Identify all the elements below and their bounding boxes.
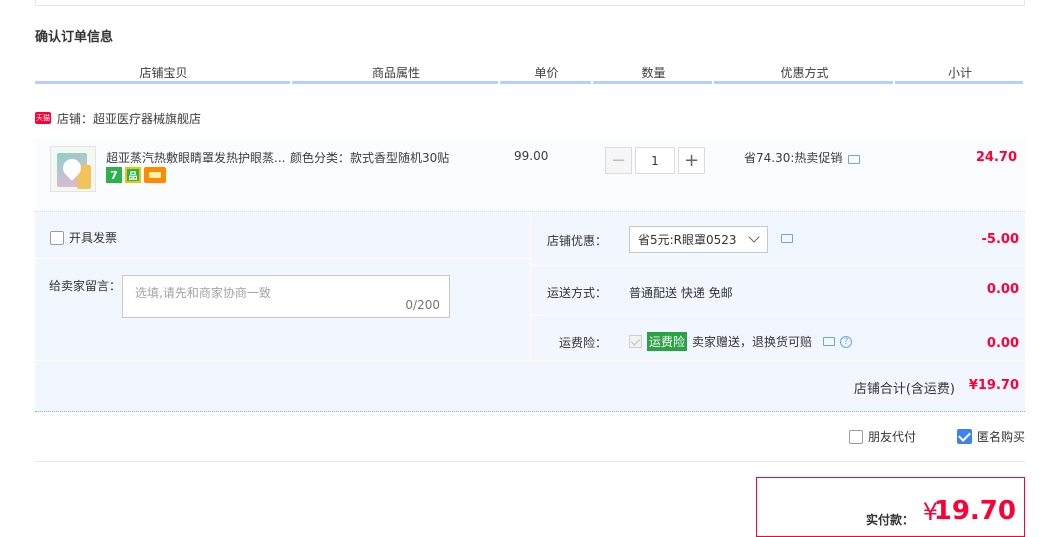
insurance-checkbox — [629, 335, 642, 348]
guarantee-icon[interactable]: 品 — [125, 167, 141, 183]
purchase-options: 朋友代付 匿名购买 — [35, 428, 1025, 462]
promo-comment-icon[interactable] — [848, 155, 861, 164]
promo-text: 省74.30:热卖促销 — [744, 151, 843, 165]
anonymous-purchase-option[interactable]: 匿名购买 — [957, 428, 1025, 445]
payment-summary: 实付款： ¥ 19.70 — [756, 477, 1025, 537]
friend-pay-label: 朋友代付 — [868, 430, 917, 444]
tmall-badge-icon: 天猫 — [35, 112, 51, 124]
column-header-shop-item: 店铺宝贝 — [35, 64, 292, 84]
product-thumbnail[interactable] — [50, 146, 96, 192]
column-header-promo: 优惠方式 — [714, 64, 895, 84]
shop-total-value: ¥19.70 — [968, 378, 1019, 393]
insurance-comment-icon[interactable] — [823, 337, 836, 346]
table-header: 店铺宝贝 商品属性 单价 数量 优惠方式 小计 — [35, 64, 1025, 84]
insurance-row: 运费险： 运费险 卖家赠送，退换货可赔 ? 0.00 — [531, 316, 1025, 360]
column-header-quantity: 数量 — [593, 64, 714, 84]
buyer-options-panel: 开具发票 给卖家留言： 选填,请先和商家协商一致 0/200 — [35, 213, 530, 360]
seven-day-return-icon[interactable]: 7 — [106, 167, 122, 183]
item-subtotal: 24.70 — [975, 150, 1017, 165]
seller-memo-textarea[interactable]: 选填,请先和商家协商一致 0/200 — [122, 275, 450, 318]
shipping-label: 运送方式： — [546, 286, 607, 300]
credit-card-icon[interactable] — [144, 167, 166, 183]
friend-pay-option[interactable]: 朋友代付 — [849, 428, 916, 445]
shop-discount-value: -5.00 — [981, 232, 1019, 247]
shop-total-label: 店铺合计(含运费) — [853, 382, 955, 397]
quantity-stepper: − 1 + — [605, 147, 705, 174]
section-title: 确认订单信息 — [35, 30, 114, 45]
shop-total-row: 店铺合计(含运费) ¥19.70 — [35, 361, 1025, 412]
shop-discount-select[interactable]: 省5元:R眼罩0523 — [629, 226, 768, 253]
payment-label: 实付款： — [865, 513, 914, 527]
order-options: 开具发票 给卖家留言： 选填,请先和商家协商一致 0/200 店铺优惠： 省5元… — [35, 213, 1025, 360]
quantity-input[interactable]: 1 — [635, 147, 675, 174]
insurance-badge: 运费险 — [647, 332, 688, 351]
shop-name[interactable]: 店铺：超亚医疗器械旗舰店 — [57, 110, 201, 127]
shipping-row: 运送方式： 普通配送 快递 免邮 0.00 — [531, 266, 1025, 316]
promo-info: 省74.30:热卖促销 — [744, 149, 861, 166]
shop-discount-label: 店铺优惠： — [546, 234, 607, 248]
previous-section-border — [35, 0, 1025, 6]
anonymous-purchase-label: 匿名购买 — [977, 430, 1026, 444]
increase-quantity-button[interactable]: + — [678, 147, 705, 174]
payment-amount: 19.70 — [933, 496, 1016, 526]
chevron-down-icon — [748, 231, 760, 243]
invoice-checkbox[interactable] — [50, 230, 64, 245]
service-icons: 7 品 — [106, 167, 166, 183]
shop-row: 天猫 店铺：超亚医疗器械旗舰店 — [35, 110, 201, 126]
product-name-link[interactable]: 超亚蒸汽热敷眼睛罩发热护眼蒸... — [106, 149, 286, 166]
insurance-text: 卖家赠送，退换货可赔 — [692, 335, 813, 349]
memo-label: 给卖家留言： — [49, 279, 122, 293]
product-attribute: 颜色分类：款式香型随机30贴 — [290, 151, 450, 165]
insurance-option: 运费险 卖家赠送，退换货可赔 ? — [629, 332, 853, 351]
shipping-method: 普通配送 快递 免邮 — [629, 286, 733, 300]
anonymous-purchase-checkbox[interactable] — [957, 429, 972, 444]
unit-price: 99.00 — [514, 149, 549, 163]
price-options-panel: 店铺优惠： 省5元:R眼罩0523 -5.00 运送方式： 普通配送 快递 免邮… — [531, 213, 1025, 360]
help-question-icon[interactable]: ? — [840, 335, 853, 348]
shipping-value: 0.00 — [986, 282, 1019, 297]
decrease-quantity-button[interactable]: − — [605, 147, 632, 174]
column-header-subtotal: 小计 — [895, 64, 1025, 84]
column-header-price: 单价 — [500, 64, 593, 84]
invoice-label: 开具发票 — [69, 231, 118, 245]
shop-discount-row: 店铺优惠： 省5元:R眼罩0523 -5.00 — [531, 213, 1025, 266]
insurance-value: 0.00 — [986, 336, 1019, 351]
column-header-attribute: 商品属性 — [292, 64, 500, 84]
memo-char-counter: 0/200 — [405, 298, 440, 312]
invoice-option[interactable]: 开具发票 — [50, 229, 117, 246]
memo-placeholder: 选填,请先和商家协商一致 — [135, 286, 271, 300]
discount-comment-icon[interactable] — [781, 234, 793, 243]
insurance-label: 运费险： — [558, 336, 607, 350]
item-row: 超亚蒸汽热敷眼睛罩发热护眼蒸... 7 品 颜色分类：款式香型随机30贴 99.… — [35, 138, 1025, 212]
friend-pay-checkbox[interactable] — [849, 429, 863, 444]
